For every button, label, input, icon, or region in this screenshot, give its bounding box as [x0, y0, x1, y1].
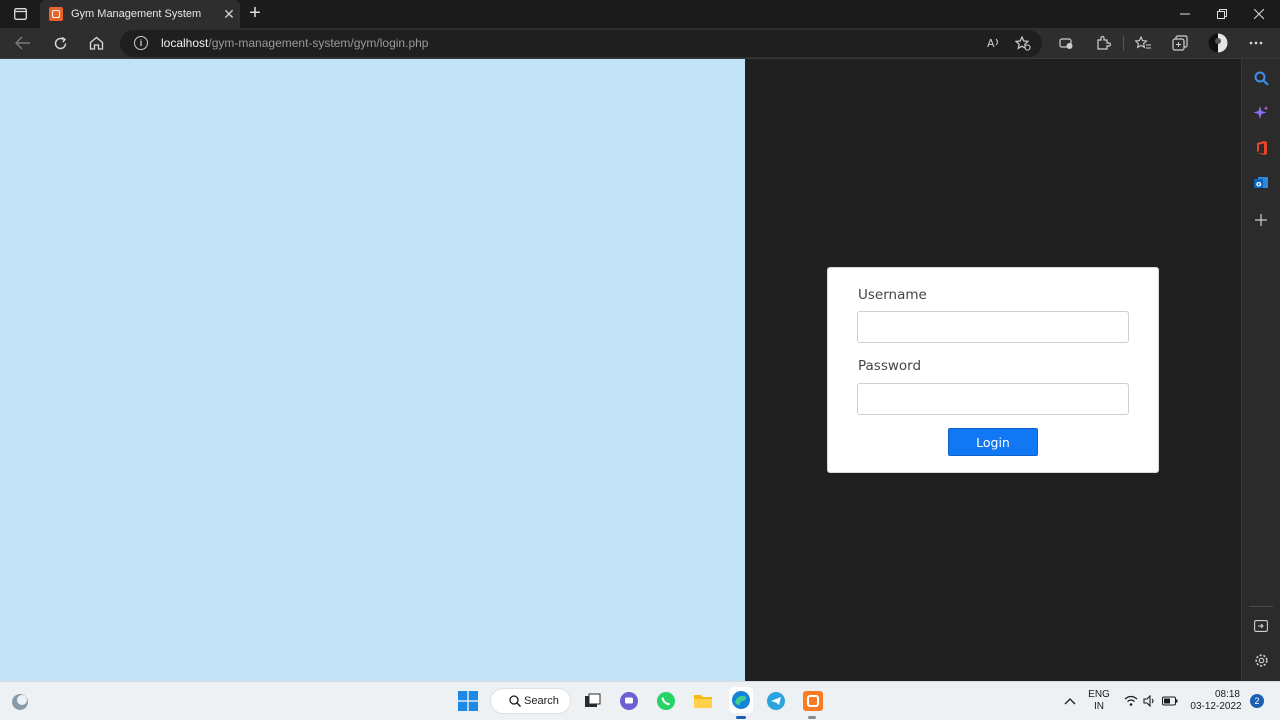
- read-aloud-icon[interactable]: A: [982, 32, 1006, 54]
- hide-sidebar-icon[interactable]: [1251, 616, 1271, 636]
- site-info-icon[interactable]: i: [134, 36, 148, 50]
- extensions-icon[interactable]: [1091, 32, 1115, 54]
- refresh-icon[interactable]: [48, 32, 72, 54]
- svg-text:A: A: [987, 37, 995, 50]
- tracking-prevention-icon[interactable]: [1054, 32, 1078, 54]
- edge-sidebar: o: [1241, 59, 1280, 681]
- username-input[interactable]: [857, 311, 1129, 343]
- tab-title: Gym Management System: [71, 8, 202, 20]
- collections-icon[interactable]: [1168, 32, 1192, 54]
- windows-start-icon[interactable]: [457, 690, 479, 712]
- task-view-icon[interactable]: [581, 690, 603, 712]
- add-favorite-icon[interactable]: [1011, 32, 1035, 54]
- teams-chat-icon[interactable]: [618, 690, 640, 712]
- battery-icon[interactable]: [1159, 690, 1181, 712]
- outlook-icon[interactable]: o: [1251, 173, 1271, 193]
- login-form: Username Password Login: [827, 267, 1159, 473]
- file-explorer-icon[interactable]: [692, 690, 714, 712]
- url-text[interactable]: localhost/gym-management-system/gym/logi…: [161, 36, 428, 50]
- copilot-sparkle-icon[interactable]: [1251, 103, 1271, 123]
- more-icon[interactable]: [1244, 32, 1268, 54]
- password-input[interactable]: [857, 383, 1129, 415]
- tab-actions-icon[interactable]: [7, 4, 33, 24]
- address-bar[interactable]: i localhost/gym-management-system/gym/lo…: [120, 30, 1042, 57]
- login-button[interactable]: Login: [948, 428, 1038, 456]
- taskbar-search-box[interactable]: Search: [490, 688, 571, 714]
- office-icon[interactable]: [1251, 138, 1271, 158]
- sidebar-divider: [1249, 606, 1273, 607]
- system-clock[interactable]: 08:18 03-12-2022: [1186, 689, 1246, 713]
- browser-tab-bar: Gym Management System ✕ +: [0, 0, 1280, 28]
- add-sidebar-app-icon[interactable]: [1251, 210, 1271, 230]
- new-tab-button[interactable]: +: [244, 3, 266, 25]
- close-window-icon[interactable]: [1240, 0, 1278, 28]
- language-indicator[interactable]: ENG IN: [1086, 689, 1112, 713]
- url-path: /gym-management-system/gym/login.php: [208, 36, 429, 50]
- url-host: localhost: [161, 36, 209, 50]
- edge-browser-icon[interactable]: [729, 687, 753, 713]
- xampp-control-icon[interactable]: [802, 690, 824, 712]
- notification-badge[interactable]: 2: [1250, 694, 1264, 708]
- tab-close-icon[interactable]: ✕: [218, 6, 240, 23]
- clock-time: 08:18: [1214, 689, 1240, 700]
- svg-text:o: o: [1256, 180, 1262, 189]
- volume-icon[interactable]: [1139, 690, 1161, 712]
- xampp-favicon-icon: [49, 7, 63, 21]
- windows-taskbar: Search ENG IN 08:18 03-12-2022 2: [0, 681, 1280, 720]
- sidebar-settings-gear-icon[interactable]: [1251, 650, 1271, 670]
- left-panel: [0, 59, 745, 681]
- search-icon[interactable]: [1251, 68, 1271, 88]
- home-icon[interactable]: [84, 32, 108, 54]
- restore-icon[interactable]: [1203, 0, 1241, 28]
- taskbar-search-label: Search: [524, 695, 559, 707]
- profile-avatar[interactable]: [1206, 32, 1230, 54]
- language-region: IN: [1094, 701, 1104, 712]
- xampp-running-indicator: [808, 716, 816, 719]
- toolbar-divider: [1123, 36, 1124, 51]
- browser-toolbar: i localhost/gym-management-system/gym/lo…: [0, 28, 1280, 59]
- back-arrow-icon[interactable]: [11, 32, 35, 54]
- telegram-icon[interactable]: [765, 690, 787, 712]
- clock-date: 03-12-2022: [1190, 701, 1242, 712]
- whatsapp-icon[interactable]: [655, 690, 677, 712]
- password-label: Password: [858, 358, 922, 374]
- language-code: ENG: [1088, 689, 1110, 700]
- edge-active-indicator: [736, 716, 746, 719]
- active-tab[interactable]: Gym Management System ✕: [40, 0, 240, 28]
- taskbar-search-icon: [509, 695, 521, 707]
- minimize-icon[interactable]: [1166, 0, 1204, 28]
- show-hidden-icons-chevron-up-icon[interactable]: [1059, 690, 1081, 712]
- username-label: Username: [858, 287, 927, 303]
- weather-widget-icon[interactable]: [9, 691, 31, 713]
- favorites-icon[interactable]: [1131, 32, 1155, 54]
